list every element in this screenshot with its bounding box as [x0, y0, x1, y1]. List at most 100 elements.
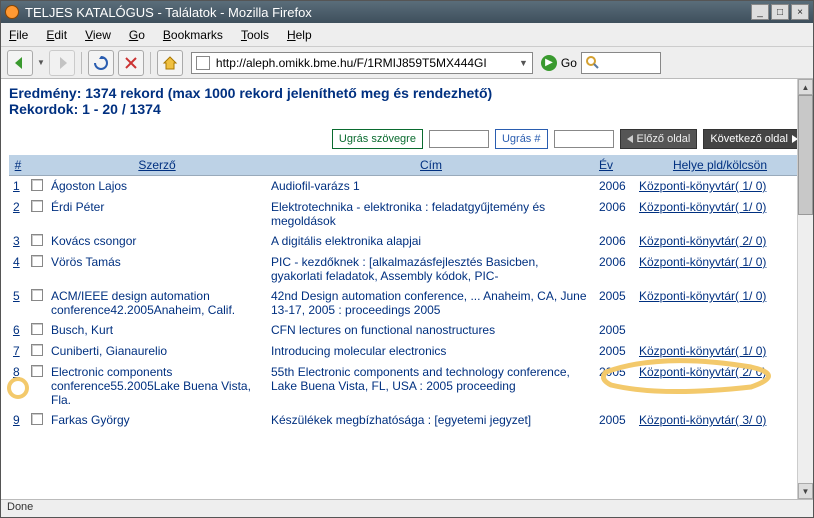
row-num-link[interactable]: 2 — [13, 200, 20, 214]
author-cell: Cuniberti, Gianaurelio — [47, 341, 267, 362]
title-cell: 55th Electronic components and technolog… — [267, 362, 595, 410]
menu-file[interactable]: File — [9, 28, 28, 42]
next-page-button[interactable]: Következő oldal — [703, 129, 805, 149]
scroll-up-button[interactable]: ▲ — [798, 79, 813, 95]
window-title: TELJES KATALÓGUS - Találatok - Mozilla F… — [25, 5, 312, 20]
go-icon: ▶ — [541, 55, 557, 71]
row-num-link[interactable]: 9 — [13, 413, 20, 427]
row-num-link[interactable]: 8 — [13, 365, 20, 379]
menu-edit[interactable]: Edit — [46, 28, 67, 42]
table-row: 1Ágoston LajosAudiofil-varázs 12006Közpo… — [9, 176, 805, 198]
minimize-button[interactable]: _ — [751, 4, 769, 20]
home-button[interactable] — [157, 50, 183, 76]
row-checkbox[interactable] — [31, 344, 43, 356]
menu-tools[interactable]: Tools — [241, 28, 269, 42]
location-link[interactable]: Központi-könyvtár( 3/ 0) — [639, 413, 766, 427]
col-location[interactable]: Helye pld/kölcsön — [635, 155, 805, 176]
author-cell: Kovács csongor — [47, 231, 267, 252]
year-cell: 2006 — [595, 231, 635, 252]
row-checkbox[interactable] — [31, 255, 43, 267]
title-cell: 42nd Design automation conference, ... A… — [267, 286, 595, 320]
jump-text-input[interactable] — [429, 130, 489, 148]
table-row: 2Érdi PéterElektrotechnika - elektronika… — [9, 197, 805, 231]
stop-button[interactable] — [118, 50, 144, 76]
results-table: # Szerző Cím Év Helye pld/kölcsön 1Ágost… — [9, 155, 805, 431]
location-link[interactable]: Központi-könyvtár( 1/ 0) — [639, 289, 766, 303]
scroll-down-button[interactable]: ▼ — [798, 483, 813, 499]
reload-button[interactable] — [88, 50, 114, 76]
author-cell: Busch, Kurt — [47, 320, 267, 341]
search-icon — [586, 56, 600, 70]
search-box[interactable] — [581, 52, 661, 74]
author-cell: Farkas György — [47, 410, 267, 431]
location-link[interactable]: Központi-könyvtár( 1/ 0) — [639, 200, 766, 214]
title-cell: A digitális elektronika alapjai — [267, 231, 595, 252]
go-button[interactable]: ▶ Go — [541, 55, 577, 71]
control-bar: Ugrás szövegre Ugrás # Előző oldal Követ… — [9, 129, 805, 149]
location-link[interactable]: Központi-könyvtár( 1/ 0) — [639, 179, 766, 193]
year-cell: 2005 — [595, 362, 635, 410]
row-num-link[interactable]: 4 — [13, 255, 20, 269]
menu-view[interactable]: View — [85, 28, 111, 42]
menu-help[interactable]: Help — [287, 28, 312, 42]
col-num[interactable]: # — [9, 155, 27, 176]
title-cell: Készülékek megbízhatósága : [egyetemi je… — [267, 410, 595, 431]
year-cell: 2005 — [595, 341, 635, 362]
status-text: Done — [7, 501, 33, 513]
location-link[interactable]: Központi-könyvtár( 1/ 0) — [639, 255, 766, 269]
back-button[interactable] — [7, 50, 33, 76]
jump-num-button[interactable]: Ugrás # — [495, 129, 548, 149]
menu-go[interactable]: Go — [129, 28, 145, 42]
menu-bookmarks[interactable]: Bookmarks — [163, 28, 223, 42]
title-cell: Introducing molecular electronics — [267, 341, 595, 362]
jump-num-input[interactable] — [554, 130, 614, 148]
url-input[interactable] — [214, 55, 517, 71]
table-row: 3 Kovács csongorA digitális elektronika a… — [9, 231, 805, 252]
url-dropdown-icon[interactable]: ▼ — [519, 58, 528, 68]
row-checkbox[interactable] — [31, 365, 43, 377]
row-num-link[interactable]: 1 — [13, 179, 20, 193]
url-bar[interactable]: ▼ — [191, 52, 533, 74]
location-link[interactable]: Központi-könyvtár( 2/ 0) — [639, 234, 766, 248]
year-cell: 2005 — [595, 286, 635, 320]
vertical-scrollbar[interactable]: ▲ ▼ — [797, 79, 813, 499]
forward-button[interactable] — [49, 50, 75, 76]
table-row: 9 Farkas GyörgyKészülékek megbízhatósága … — [9, 410, 805, 431]
table-row: 5ACM/IEEE design automation conference42… — [9, 286, 805, 320]
row-num-link[interactable]: 7 — [13, 344, 20, 358]
year-cell: 2006 — [595, 252, 635, 286]
chevron-left-icon — [627, 135, 633, 143]
row-checkbox[interactable] — [31, 179, 43, 191]
row-num-link[interactable]: 5 — [13, 289, 20, 303]
titlebar[interactable]: TELJES KATALÓGUS - Találatok - Mozilla F… — [1, 1, 813, 23]
row-checkbox[interactable] — [31, 289, 43, 301]
status-bar: Done — [1, 499, 813, 517]
title-cell: PIC - kezdőknek : [alkalmazásfejlesztés … — [267, 252, 595, 286]
row-num-link[interactable]: 6 — [13, 323, 20, 337]
location-link[interactable]: Központi-könyvtár( 1/ 0) — [639, 344, 766, 358]
go-label: Go — [561, 56, 577, 70]
col-author[interactable]: Szerző — [47, 155, 267, 176]
row-checkbox[interactable] — [31, 200, 43, 212]
table-row: 6Busch, KurtCFN lectures on functional n… — [9, 320, 805, 341]
row-checkbox[interactable] — [31, 323, 43, 335]
page-content: ▲ ▼ Eredmény: 1374 rekord (max 1000 reko… — [1, 79, 813, 499]
col-check — [27, 155, 47, 176]
prev-page-button[interactable]: Előző oldal — [620, 129, 698, 149]
page-icon — [196, 56, 210, 70]
year-cell: 2005 — [595, 320, 635, 341]
row-checkbox[interactable] — [31, 413, 43, 425]
close-button[interactable]: × — [791, 4, 809, 20]
col-year[interactable]: Év — [595, 155, 635, 176]
row-num-link[interactable]: 3 — [13, 234, 20, 248]
maximize-button[interactable]: □ — [771, 4, 789, 20]
year-cell: 2006 — [595, 197, 635, 231]
row-checkbox[interactable] — [31, 234, 43, 246]
app-icon — [5, 5, 19, 19]
col-title[interactable]: Cím — [267, 155, 595, 176]
year-cell: 2005 — [595, 410, 635, 431]
scroll-thumb[interactable] — [798, 95, 813, 215]
author-cell: Vörös Tamás — [47, 252, 267, 286]
jump-text-button[interactable]: Ugrás szövegre — [332, 129, 423, 149]
location-link[interactable]: Központi-könyvtár( 2/ 0) — [639, 365, 766, 379]
